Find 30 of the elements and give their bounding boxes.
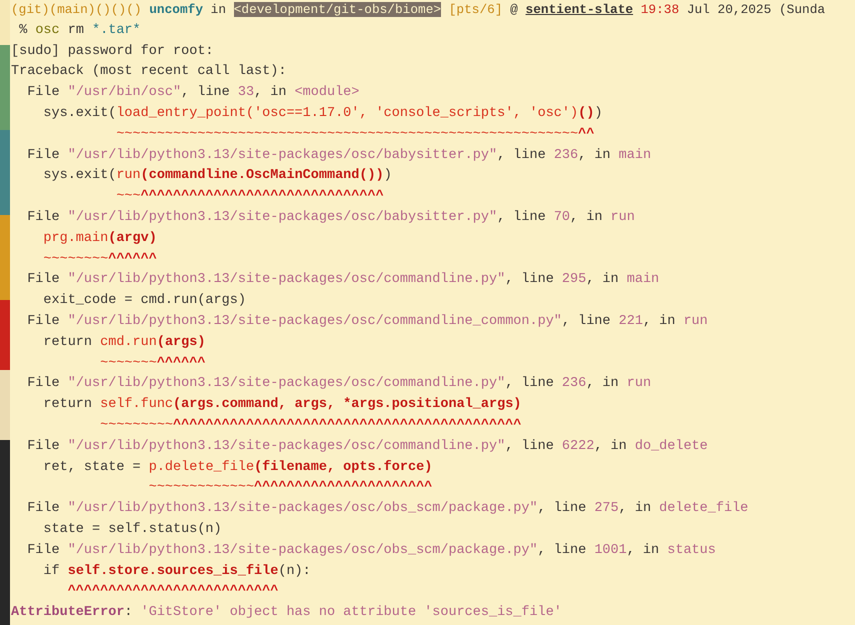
output-line: return cmd.run(args) [42,334,206,352]
output-line: File "/usr/lib/python3.13/site-packages/osc/babysitter.py", line 236, in main [26,146,652,165]
command-line: % osc rm *.tar* [18,22,141,40]
output-line: prg.main(argv) [42,230,157,248]
output-line: File "/usr/lib/python3.13/site-packages/osc/commandline.py", line 6222, in do_delete [26,438,708,456]
output-line: ~~~~~~~~~~~~~^^^^^^^^^^^^^^^^^^^^^^ [148,479,432,498]
output-line: File "/usr/lib/python3.13/site-packages/osc/commandline_common.py", line 221, in run [26,312,708,331]
output-line: File "/usr/bin/osc", line 33, in <module> [26,84,360,102]
output-line: File "/usr/lib/python3.13/site-packages/osc/commandline.py", line 295, in main [26,271,660,290]
output-line: AttributeError: 'GitStore' object has no attribute 'sources_is_file' [11,604,562,622]
output-line: ^^^^^^^^^^^^^^^^^^^^^^^^^^ [66,583,278,602]
prompt-line: (git)(main)()()() uncomfy in <development/git-obs/biome> [pts/6] @ sentient-slate 19:38 Jul 20,2025 (Sunda [11,1,826,19]
output-line: File "/usr/lib/python3.13/site-packages/osc/obs_scm/package.py", line 1001, in status [26,542,716,560]
output-line: [sudo] password for root: [11,42,214,61]
output-line: exit_code = cmd.run(args) [42,292,246,310]
output-line: return self.func(args.command, args, *args.positional_args) [42,396,522,414]
output-line: ~~~~~~~~~~~~~~~~~~~~~~~~~~~~~~~~~~~~~~~~~~~~~~~~~~~~~~~~~^^ [115,126,594,144]
output-line: File "/usr/lib/python3.13/site-packages/osc/obs_scm/package.py", line 275, in delete_file [26,500,748,518]
output-line: if self.store.sources_is_file(n): [42,562,311,581]
output-line: ~~~~~~~~~^^^^^^^^^^^^^^^^^^^^^^^^^^^^^^^^^^^^^^^^^^^ [99,416,522,435]
output-line: ret, state = p.delete_file(filename, opts.force) [42,458,432,477]
output-line: File "/usr/lib/python3.13/site-packages/osc/commandline.py", line 236, in run [26,375,652,394]
output-line: ~~~~~~~~^^^^^^ [42,250,157,269]
output-line: ~~~~~~~^^^^^^ [99,354,206,373]
output-line: Traceback (most recent call last): [11,63,286,82]
output-line: ~~~^^^^^^^^^^^^^^^^^^^^^^^^^^^^^^ [115,188,384,206]
output-line: sys.exit(load_entry_point('osc==1.17.0', 'console_scripts', 'osc')()) [42,104,602,123]
output-line: sys.exit(run(commandline.OscMainCommand())) [42,167,392,186]
output-line: state = self.status(n) [42,520,222,539]
output-line: File "/usr/lib/python3.13/site-packages/osc/babysitter.py", line 70, in run [26,208,635,227]
